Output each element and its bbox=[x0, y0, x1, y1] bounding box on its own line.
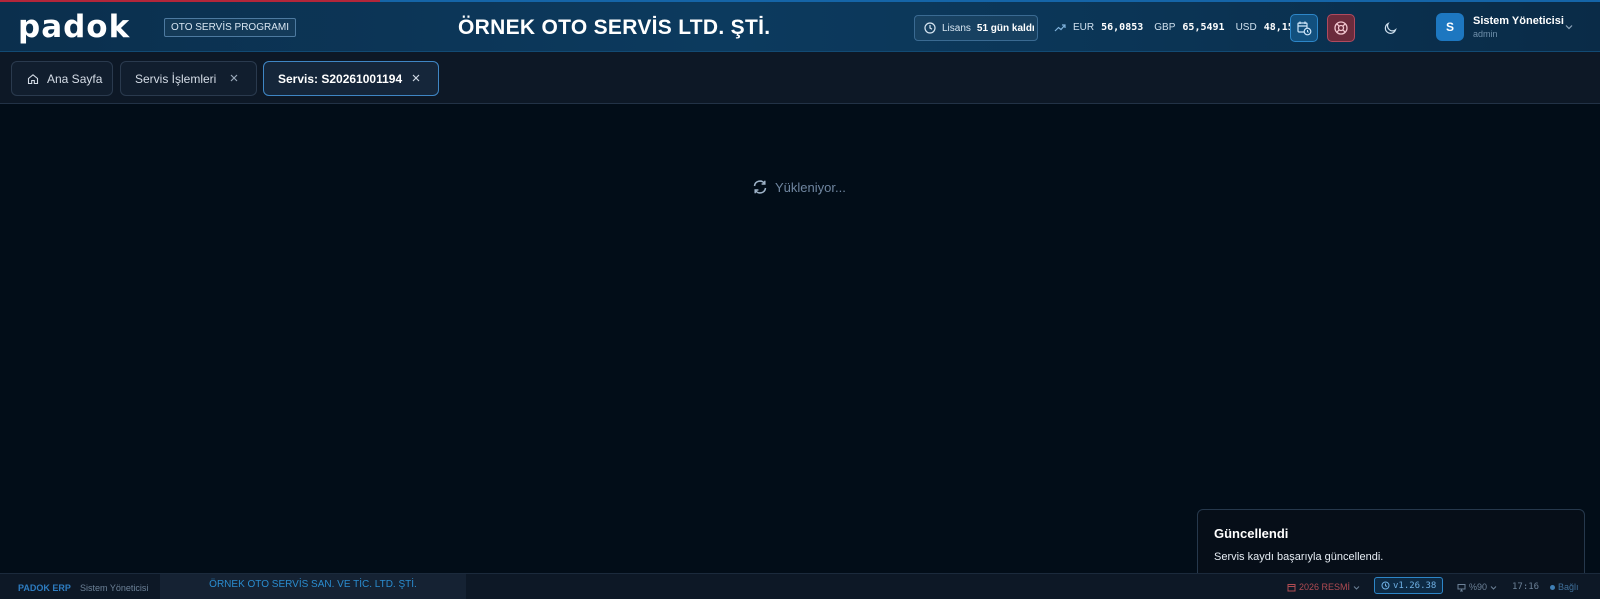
user-role: admin bbox=[1473, 29, 1498, 39]
rate-currency: GBP bbox=[1154, 22, 1176, 33]
moon-icon bbox=[1384, 22, 1397, 34]
toast-title: Güncellendi bbox=[1214, 526, 1289, 541]
connection-status: Bağlı bbox=[1550, 582, 1579, 592]
footer-user: Sistem Yöneticisi bbox=[80, 583, 149, 593]
fiscal-year-selector[interactable]: 2026 RESMİ bbox=[1287, 582, 1360, 592]
license-indicator[interactable]: Lisans 51 gün kaldı bbox=[914, 15, 1038, 41]
loading-text: Yükleniyor... bbox=[775, 179, 846, 195]
tab-label: Servis İşlemleri bbox=[135, 71, 217, 86]
zoom-selector[interactable]: %90 bbox=[1457, 582, 1497, 592]
tab-home[interactable]: Ana Sayfa bbox=[11, 61, 113, 96]
zoom-level: %90 bbox=[1469, 582, 1488, 592]
logo-text: padok bbox=[18, 9, 131, 45]
user-menu[interactable]: S Sistem Yöneticisi admin bbox=[1436, 13, 1564, 41]
support-button[interactable] bbox=[1327, 14, 1355, 42]
tab-label: Ana Sayfa bbox=[47, 71, 103, 86]
fiscal-year: 2026 RESMİ bbox=[1299, 582, 1351, 592]
chevron-down-icon[interactable] bbox=[1564, 22, 1574, 32]
license-label: Lisans bbox=[942, 22, 971, 34]
lifebuoy-icon bbox=[1334, 21, 1348, 35]
connection-text: Bağlı bbox=[1558, 582, 1579, 592]
exchange-rates: EUR 56,0853 GBP 65,5491 USD 48,1598 bbox=[1054, 22, 1310, 33]
user-name: Sistem Yöneticisi bbox=[1473, 15, 1564, 27]
clock-icon bbox=[924, 22, 936, 34]
rate-currency: USD bbox=[1235, 22, 1257, 33]
footer-time: 17:16 bbox=[1512, 582, 1540, 592]
toast-notification[interactable]: Güncellendi Servis kaydı başarıyla günce… bbox=[1197, 509, 1585, 583]
version-badge[interactable]: v1.26.38 bbox=[1374, 577, 1444, 594]
avatar: S bbox=[1436, 13, 1464, 41]
tab-service-operations[interactable]: Servis İşlemleri bbox=[120, 61, 257, 96]
rate-currency: EUR bbox=[1073, 22, 1095, 33]
history-icon bbox=[1381, 581, 1390, 590]
license-remaining: 51 gün kaldı bbox=[976, 22, 1035, 34]
status-bar: PADOK ERP Sistem Yöneticisi ÖRNEK OTO SE… bbox=[0, 573, 1600, 599]
close-icon[interactable] bbox=[229, 73, 239, 83]
version-text: v1.26.38 bbox=[1393, 580, 1437, 591]
app-name-badge: OTO SERVİS PROGRAMI bbox=[164, 18, 296, 37]
footer-company: ÖRNEK OTO SERVİS SAN. VE TİC. LTD. ŞTİ. bbox=[160, 574, 466, 599]
company-title: ÖRNEK OTO SERVİS LTD. ŞTİ. bbox=[458, 16, 771, 39]
rate-value: 56,0853 bbox=[1101, 22, 1144, 33]
theme-toggle-button[interactable] bbox=[1380, 14, 1402, 42]
loading-indicator: Yükleniyor... bbox=[752, 179, 846, 195]
logo[interactable]: padok bbox=[18, 9, 131, 45]
refresh-icon bbox=[753, 180, 767, 194]
footer-brand: PADOK ERP bbox=[18, 583, 71, 593]
home-icon bbox=[27, 73, 39, 84]
calendar-clock-icon bbox=[1297, 21, 1312, 36]
app-header: padok OTO SERVİS PROGRAMI ÖRNEK OTO SERV… bbox=[0, 0, 1600, 52]
user-info: Sistem Yöneticisi admin bbox=[1473, 15, 1564, 39]
chevron-down-icon bbox=[1353, 585, 1360, 590]
calendar-icon bbox=[1287, 583, 1296, 591]
rate-value: 65,5491 bbox=[1182, 22, 1225, 33]
close-icon[interactable] bbox=[411, 73, 421, 83]
toast-message: Servis kaydı başarıyla güncellendi. bbox=[1214, 551, 1384, 563]
tab-service-record[interactable]: Servis: S20261001194 bbox=[263, 61, 439, 96]
tab-bar: Ana Sayfa Servis İşlemleri Servis: S2026… bbox=[0, 52, 1600, 104]
monitor-icon bbox=[1457, 583, 1466, 591]
chevron-down-icon bbox=[1490, 585, 1497, 590]
appointment-button[interactable] bbox=[1290, 14, 1318, 42]
trend-up-icon bbox=[1054, 23, 1066, 31]
tab-label: Servis: S20261001194 bbox=[278, 71, 403, 86]
top-accent-line bbox=[0, 0, 380, 2]
status-dot-icon bbox=[1550, 584, 1555, 590]
